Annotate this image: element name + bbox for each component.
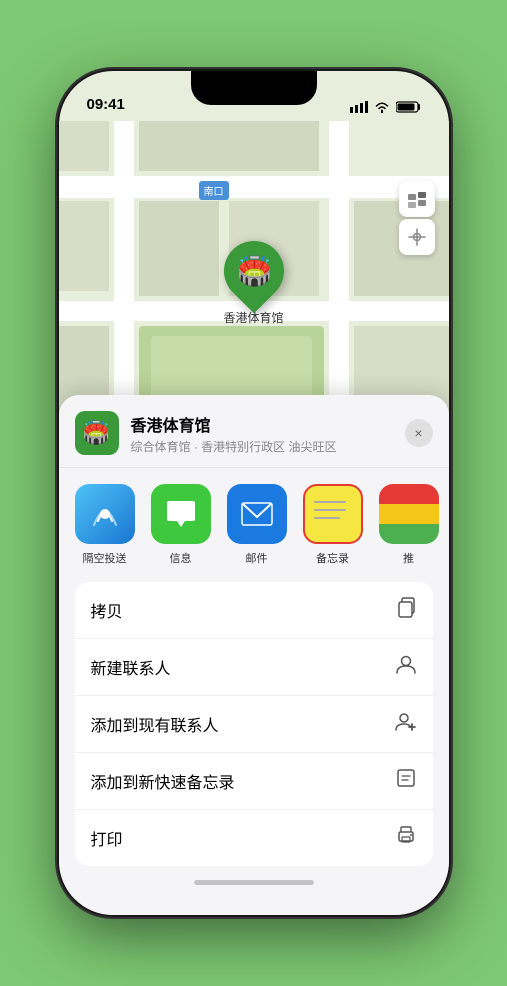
print-label: 打印: [91, 826, 123, 850]
airdrop-label: 隔空投送: [83, 550, 127, 566]
home-indicator: [194, 880, 314, 885]
phone-frame: 09:41: [59, 71, 449, 915]
map-icon: [407, 189, 427, 209]
messages-label: 信息: [170, 550, 192, 566]
add-existing-icon: [395, 710, 417, 738]
contact-svg-icon: [395, 653, 417, 675]
venue-subtitle: 综合体育馆 · 香港特别行政区 油尖旺区: [131, 438, 393, 455]
copy-label: 拷贝: [91, 598, 123, 622]
venue-name: 香港体育馆: [131, 412, 393, 436]
mail-label: 邮件: [246, 550, 268, 566]
share-item-airdrop[interactable]: 隔空投送: [75, 484, 135, 566]
phone-screen: 09:41: [59, 71, 449, 915]
notes-app-icon: [303, 484, 363, 544]
share-item-mail[interactable]: 邮件: [227, 484, 287, 566]
wifi-icon: [374, 101, 390, 113]
map-controls[interactable]: [399, 181, 435, 255]
add-existing-label: 添加到现有联系人: [91, 712, 219, 736]
action-new-contact[interactable]: 新建联系人: [75, 639, 433, 696]
map-north-label: 南口: [199, 181, 229, 200]
printer-svg-icon: [395, 824, 417, 846]
add-contact-svg-icon: [395, 710, 417, 732]
action-add-existing[interactable]: 添加到现有联系人: [75, 696, 433, 753]
more-label: 推: [403, 550, 414, 566]
venue-icon: 🏟️: [75, 411, 119, 455]
message-bubble-icon: [165, 499, 197, 529]
battery-icon: [396, 101, 421, 113]
mail-icon: [227, 484, 287, 544]
copy-svg-icon: [395, 596, 417, 618]
share-row: 隔空投送 信息: [59, 468, 449, 582]
airdrop-signal-icon: [90, 499, 120, 529]
location-button[interactable]: [399, 219, 435, 255]
new-contact-icon: [395, 653, 417, 681]
action-print[interactable]: 打印: [75, 810, 433, 866]
signal-icon: [350, 101, 368, 113]
status-bar: 09:41: [59, 71, 449, 121]
add-notes-icon: [395, 767, 417, 795]
notes-label: 备忘录: [316, 550, 349, 566]
envelope-icon: [241, 502, 273, 526]
add-notes-label: 添加到新快速备忘录: [91, 769, 235, 793]
quick-note-svg-icon: [395, 767, 417, 789]
airdrop-icon: [75, 484, 135, 544]
messages-icon: [151, 484, 211, 544]
sheet-header: 🏟️ 香港体育馆 综合体育馆 · 香港特别行政区 油尖旺区 ×: [59, 395, 449, 468]
pin-marker: 🏟️: [211, 229, 296, 314]
map-view-toggle[interactable]: [399, 181, 435, 217]
share-item-messages[interactable]: 信息: [151, 484, 211, 566]
status-icons: [350, 101, 421, 113]
stadium-icon: 🏟️: [236, 255, 271, 288]
copy-icon: [395, 596, 417, 624]
location-icon: [408, 228, 426, 246]
close-button[interactable]: ×: [405, 419, 433, 447]
action-add-notes[interactable]: 添加到新快速备忘录: [75, 753, 433, 810]
action-copy[interactable]: 拷贝: [75, 582, 433, 639]
notch: [191, 71, 317, 105]
stadium-pin: 🏟️ 香港体育馆: [223, 241, 283, 326]
venue-info: 香港体育馆 综合体育馆 · 香港特别行政区 油尖旺区: [131, 412, 393, 455]
share-item-notes[interactable]: 备忘录: [303, 484, 363, 566]
bottom-sheet: 🏟️ 香港体育馆 综合体育馆 · 香港特别行政区 油尖旺区 ×: [59, 395, 449, 915]
status-time: 09:41: [87, 96, 125, 113]
home-indicator-area: [59, 880, 449, 885]
new-contact-label: 新建联系人: [91, 655, 171, 679]
print-icon: [395, 824, 417, 852]
action-list: 拷贝 新建联系人: [75, 582, 433, 866]
notes-lines-icon: [311, 490, 349, 534]
more-icon: [379, 484, 439, 544]
share-item-more[interactable]: 推: [379, 484, 439, 566]
